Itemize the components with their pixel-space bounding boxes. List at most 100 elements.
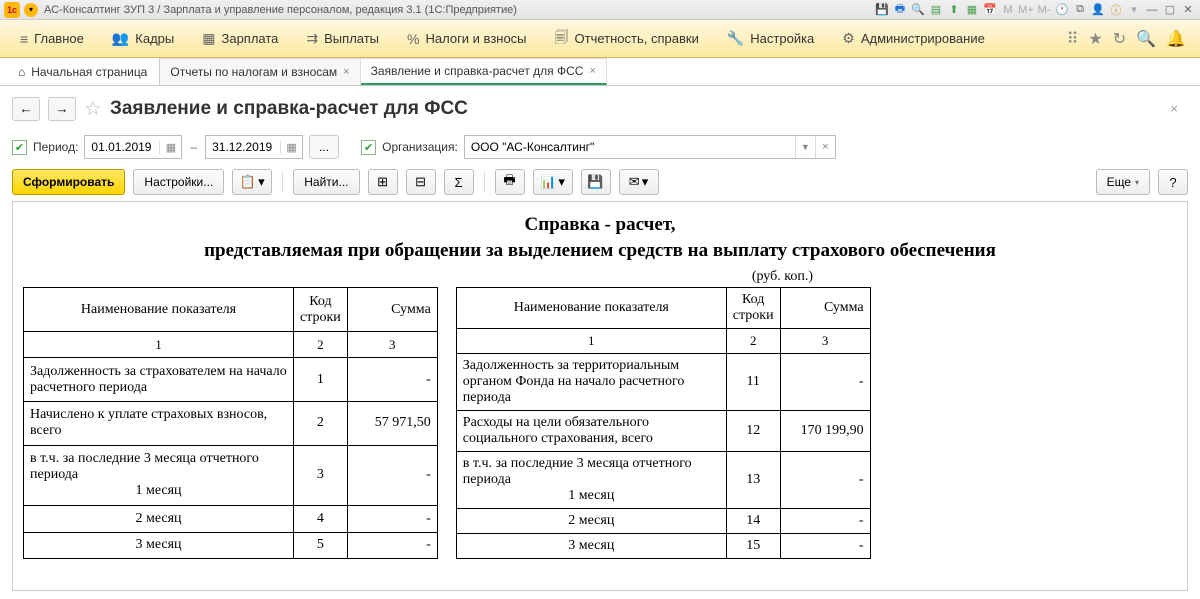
date-to-input[interactable] [206,140,280,154]
bell-icon[interactable]: 🔔 [1166,29,1186,49]
tab-close-icon[interactable]: × [589,65,595,77]
tab-tax-reports[interactable]: Отчеты по налогам и взносам × [160,58,360,85]
form-button[interactable]: Сформировать [12,169,125,195]
button-label: Найти... [304,175,348,189]
sum-button[interactable]: Σ [444,169,474,195]
cell-name: Расходы на цели обязательного социальног… [456,411,726,452]
m-plus-icon[interactable]: M+ [1018,2,1034,18]
report-scroll[interactable]: Справка - расчет, представляемая при обр… [13,202,1187,590]
m-icon[interactable]: M [1000,2,1016,18]
cell-sum: - [780,509,870,534]
calendar-icon[interactable]: ▦ [159,141,181,154]
wrench-icon: 🔧 [727,30,744,47]
period-more-button[interactable]: ... [309,135,339,159]
page-title: Заявление и справка-расчет для ФСС [110,98,468,120]
expand-button[interactable]: ⊞ [368,169,398,195]
menu-label: Налоги и взносы [425,31,526,46]
arrows-icon: ⇉ [306,30,318,47]
clock-icon[interactable]: 🕐 [1054,2,1070,18]
star-icon[interactable]: ★ [1088,29,1102,49]
cell-sum: 170 199,90 [780,411,870,452]
calendar-icon[interactable]: ▦ [280,141,302,154]
user-icon[interactable]: 👤 [1090,2,1106,18]
colnum: 1 [456,329,726,354]
variants-button[interactable]: 📋▾ [232,169,272,195]
table-row: в т.ч. за последние 3 месяца отчетного п… [456,452,870,509]
maximize-icon[interactable]: ▢ [1162,2,1178,18]
cell-sum: - [347,445,437,506]
cell-code: 2 [294,401,348,445]
collapse-button[interactable]: ⊟ [406,169,436,195]
print-icon[interactable]: 🖶 [892,2,908,18]
date-to-field[interactable]: ▦ [205,135,303,159]
email-button[interactable]: ✉▾ [619,169,659,195]
chart-button[interactable]: 📊▾ [533,169,573,195]
cell-name: Задолженность за страхователем на начало… [24,358,294,402]
grid-icon: ▦ [202,30,215,47]
favorite-star-icon[interactable]: ☆ [84,96,102,121]
cell-sum: - [780,354,870,411]
page-close-icon[interactable]: × [1170,101,1188,116]
menu-payments[interactable]: ⇉ Выплаты [292,24,393,53]
menu-settings[interactable]: 🔧 Настройка [713,24,828,53]
window-icon[interactable]: ⧉ [1072,2,1088,18]
th-name: Наименование показателя [24,288,294,332]
report-title: Справка - расчет, представляемая при обр… [23,208,1177,269]
table-row: Начислено к уплате страховых взносов, вс… [24,401,438,445]
menu-main[interactable]: ≡Главное [6,25,98,53]
cell-name: в т.ч. за последние 3 месяца отчетного п… [24,445,294,506]
menu-reports[interactable]: 🗐Отчетность, справки [541,21,713,57]
table-row: в т.ч. за последние 3 месяца отчетного п… [24,445,438,506]
menu-taxes[interactable]: %Налоги и взносы [393,25,541,53]
menu-salary[interactable]: ▦Зарплата [188,24,292,53]
schedule-icon[interactable]: 📅 [982,2,998,18]
close-icon[interactable]: ✕ [1180,2,1196,18]
cell-name: 2 месяц [24,506,294,533]
apps-icon[interactable]: ⠿ [1067,29,1079,49]
export-icon[interactable]: ⬆ [946,2,962,18]
app-menu-dropdown[interactable]: ▾ [24,3,38,17]
cell-code: 15 [726,534,780,559]
tab-fss-statement[interactable]: Заявление и справка-расчет для ФСС × [361,58,607,85]
table-row: 2 месяц4- [24,506,438,533]
tab-close-icon[interactable]: × [343,66,349,78]
period-checkbox[interactable]: ✔ [12,140,27,155]
clear-icon[interactable]: × [815,136,835,158]
date-from-input[interactable] [85,140,159,154]
colnum: 1 [24,331,294,358]
button-label: Еще [1107,175,1131,189]
calendar-icon[interactable]: ▦ [964,2,980,18]
help-button[interactable]: ? [1158,169,1188,195]
save-button[interactable]: 💾 [581,169,611,195]
date-from-field[interactable]: ▦ [84,135,182,159]
app-logo: 1c [4,2,20,18]
menu-label: Выплаты [324,31,379,46]
menu-icon: ≡ [20,31,28,47]
nav-forward-button[interactable]: → [48,97,76,121]
m-minus-icon[interactable]: M- [1036,2,1052,18]
nav-back-button[interactable]: ← [12,97,40,121]
menu-personnel[interactable]: 👥Кадры [98,24,188,53]
people-icon: 👥 [112,30,129,47]
minimize-icon[interactable]: — [1144,2,1160,18]
preview-icon[interactable]: 🔍 [910,2,926,18]
menu-label: Настройка [750,31,814,46]
cell-sum: - [347,532,437,559]
history-icon[interactable]: ↻ [1113,29,1126,49]
main-menu: ≡Главное 👥Кадры ▦Зарплата ⇉ Выплаты %Нало… [0,20,1200,58]
more-button[interactable]: Еще▾ [1096,169,1150,195]
dropdown-icon[interactable]: ▼ [795,136,815,158]
calc-icon[interactable]: ▤ [928,2,944,18]
org-input[interactable] [465,136,795,158]
print-button[interactable]: 🖶 [495,169,525,195]
menu-admin[interactable]: ⚙Администрирование [828,24,999,53]
save-icon[interactable]: 💾 [874,2,890,18]
dropdown-icon[interactable]: ▾ [1126,2,1142,18]
org-field[interactable]: ▼ × [464,135,836,159]
org-checkbox[interactable]: ✔ [361,140,376,155]
home-tab[interactable]: ⌂ Начальная страница [6,58,160,85]
search-icon[interactable]: 🔍 [1136,29,1156,49]
settings-button[interactable]: Настройки... [133,169,224,195]
info-icon[interactable]: ⓘ [1108,2,1124,18]
find-button[interactable]: Найти... [293,169,359,195]
